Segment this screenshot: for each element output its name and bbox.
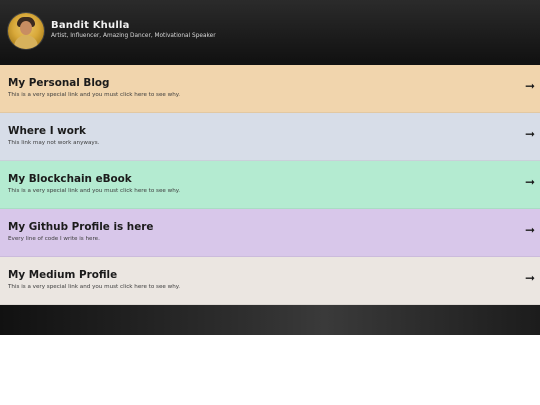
arrow-right-icon[interactable]: ➞ xyxy=(523,223,537,237)
page: Bandit Khulla Artist, Influencer, Amazin… xyxy=(0,0,540,405)
arrow-right-icon[interactable]: ➞ xyxy=(523,271,537,285)
link-description: This link may not work anyways. xyxy=(8,140,100,146)
arrow-right-icon[interactable]: ➞ xyxy=(523,175,537,189)
link-card-blockchain-ebook[interactable]: My Blockchain eBook This is a very speci… xyxy=(0,161,540,209)
link-card-medium-profile[interactable]: My Medium Profile This is a very special… xyxy=(0,257,540,305)
link-title: My Github Profile is here xyxy=(8,221,154,233)
link-title: My Personal Blog xyxy=(8,77,110,89)
link-card-where-i-work[interactable]: Where I work This link may not work anyw… xyxy=(0,113,540,161)
link-card-github-profile[interactable]: My Github Profile is here Every line of … xyxy=(0,209,540,257)
avatar-body xyxy=(14,35,38,49)
link-title: My Blockchain eBook xyxy=(8,173,132,185)
link-title: Where I work xyxy=(8,125,86,137)
arrow-right-icon[interactable]: ➞ xyxy=(523,79,537,93)
link-list: My Personal Blog This is a very special … xyxy=(0,65,540,305)
link-description: This is a very special link and you must… xyxy=(8,284,181,290)
link-card-personal-blog[interactable]: My Personal Blog This is a very special … xyxy=(0,65,540,113)
arrow-right-icon[interactable]: ➞ xyxy=(523,127,537,141)
link-description: This is a very special link and you must… xyxy=(8,92,181,98)
avatar xyxy=(8,13,44,49)
link-title: My Medium Profile xyxy=(8,269,118,281)
link-description: This is a very special link and you must… xyxy=(8,188,181,194)
avatar-face xyxy=(20,21,32,35)
profile-header: Bandit Khulla Artist, Influencer, Amazin… xyxy=(0,0,540,65)
profile-tagline: Artist, Influencer, Amazing Dancer, Moti… xyxy=(51,33,216,39)
link-description: Every line of code I write is here. xyxy=(8,236,100,242)
profile-name: Bandit Khulla xyxy=(51,20,130,31)
